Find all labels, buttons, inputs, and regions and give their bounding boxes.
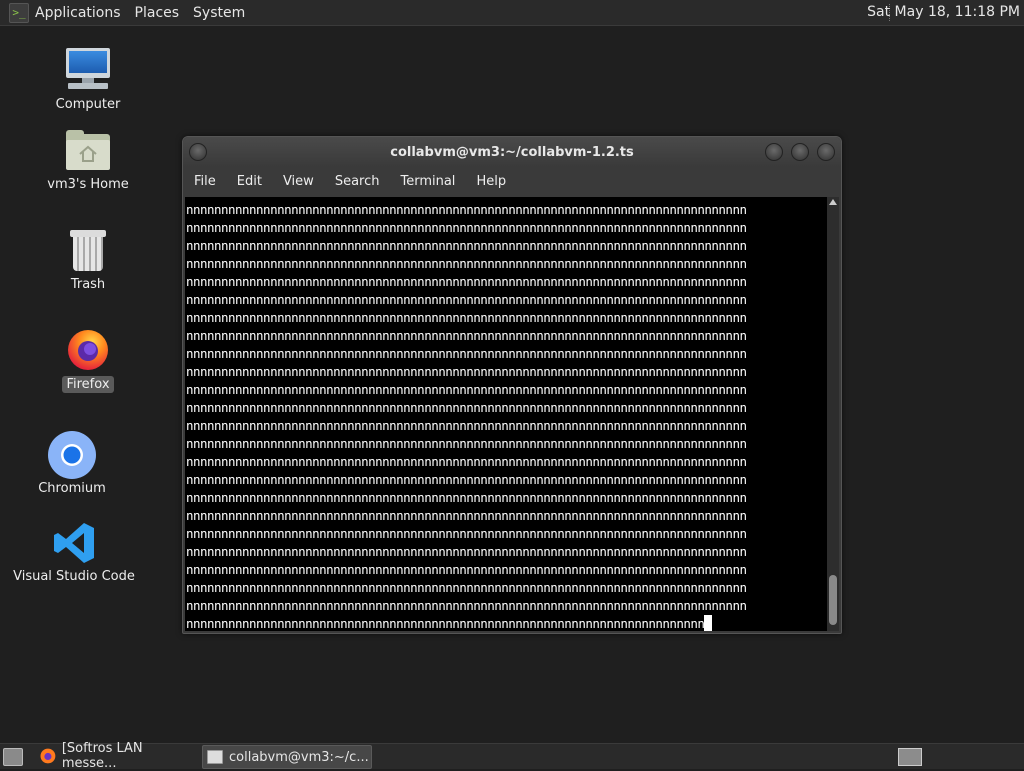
terminal-line: nnnnnnnnnnnnnnnnnnnnnnnnnnnnnnnnnnnnnnnn… xyxy=(186,580,747,595)
task-label: collabvm@vm3:~/c... xyxy=(229,749,369,765)
firefox-icon xyxy=(68,330,108,370)
menu-search[interactable]: Search xyxy=(335,174,380,189)
terminal-icon xyxy=(207,750,223,764)
terminal-line: nnnnnnnnnnnnnnnnnnnnnnnnnnnnnnnnnnnnnnnn… xyxy=(186,238,747,253)
terminal-line: nnnnnnnnnnnnnnnnnnnnnnnnnnnnnnnnnnnnnnnn… xyxy=(186,364,747,379)
bottom-taskbar: [Softros LAN messe... collabvm@vm3:~/c..… xyxy=(0,741,1024,771)
terminal-line: nnnnnnnnnnnnnnnnnnnnnnnnnnnnnnnnnnnnnnnn… xyxy=(186,418,747,433)
terminal-line: nnnnnnnnnnnnnnnnnnnnnnnnnnnnnnnnnnnnnnnn… xyxy=(186,220,747,235)
maximize-button[interactable] xyxy=(791,143,809,161)
terminal-line: nnnnnnnnnnnnnnnnnnnnnnnnnnnnnnnnnnnnnnnn… xyxy=(186,400,747,415)
menu-view[interactable]: View xyxy=(283,174,314,189)
terminal-line: nnnnnnnnnnnnnnnnnnnnnnnnnnnnnnnnnnnnnnnn… xyxy=(186,256,747,271)
menu-terminal[interactable]: Terminal xyxy=(400,174,455,189)
trash-icon xyxy=(70,230,106,272)
menu-help[interactable]: Help xyxy=(476,174,506,189)
computer-icon xyxy=(64,46,112,92)
terminal-line: nnnnnnnnnnnnnnnnnnnnnnnnnnnnnnnnnnnnnnnn… xyxy=(186,274,747,289)
desktop-icon-label: Computer xyxy=(55,97,121,112)
desktop-icon-label: vm3's Home xyxy=(47,177,129,192)
home-folder-icon xyxy=(66,130,110,170)
terminal-line: nnnnnnnnnnnnnnnnnnnnnnnnnnnnnnnnnnnnnnnn… xyxy=(186,382,747,397)
menu-system[interactable]: System xyxy=(193,5,245,21)
terminal-line: nnnnnnnnnnnnnnnnnnnnnnnnnnnnnnnnnnnnnnnn… xyxy=(186,310,747,325)
window-title: collabvm@vm3:~/collabvm-1.2.ts xyxy=(390,145,634,160)
show-desktop-icon[interactable] xyxy=(3,748,23,766)
menu-edit[interactable]: Edit xyxy=(237,174,262,189)
terminal-text: nnnnnnnnnnnnnnnnnnnnnnnnnnnnnnnnnnnnnnnn… xyxy=(186,201,826,631)
terminal-line: nnnnnnnnnnnnnnnnnnnnnnnnnnnnnnnnnnnnnnnn… xyxy=(186,346,747,361)
terminal-line: nnnnnnnnnnnnnnnnnnnnnnnnnnnnnnnnnnnnnnnn… xyxy=(186,472,747,487)
terminal-window[interactable]: collabvm@vm3:~/collabvm-1.2.ts File Edit… xyxy=(182,136,842,634)
terminal-line: nnnnnnnnnnnnnnnnnnnnnnnnnnnnnnnnnnnnnnnn… xyxy=(186,562,747,577)
menu-places[interactable]: Places xyxy=(135,5,180,21)
minimize-button[interactable] xyxy=(765,143,783,161)
vscode-icon xyxy=(54,523,94,563)
desktop-icon-label: Trash xyxy=(70,277,106,292)
terminal-line: nnnnnnnnnnnnnnnnnnnnnnnnnnnnnnnnnnnnnnnn… xyxy=(186,615,826,631)
workspace-switcher[interactable] xyxy=(898,748,922,766)
terminal-scrollbar[interactable] xyxy=(827,197,839,631)
terminal-line: nnnnnnnnnnnnnnnnnnnnnnnnnnnnnnnnnnnnnnnn… xyxy=(186,490,747,505)
terminal-line: nnnnnnnnnnnnnnnnnnnnnnnnnnnnnnnnnnnnnnnn… xyxy=(186,202,747,217)
terminal-line: nnnnnnnnnnnnnnnnnnnnnnnnnnnnnnnnnnnnnnnn… xyxy=(186,436,747,451)
terminal-cursor xyxy=(704,615,713,631)
desktop-icon-label: Firefox xyxy=(62,376,114,393)
menu-file[interactable]: File xyxy=(194,174,216,189)
task-label: [Softros LAN messe... xyxy=(61,741,143,771)
applications-menu-icon[interactable]: >_ xyxy=(9,2,29,23)
desktop-icon-label: Chromium xyxy=(38,481,106,496)
top-panel: >_ Applications Places System Sat May 18… xyxy=(0,0,1024,26)
terminal-line: nnnnnnnnnnnnnnnnnnnnnnnnnnnnnnnnnnnnnnnn… xyxy=(186,328,747,343)
close-button[interactable] xyxy=(817,143,835,161)
window-titlebar[interactable]: collabvm@vm3:~/collabvm-1.2.ts xyxy=(183,137,841,167)
terminal-menubar: File Edit View Search Terminal Help xyxy=(183,167,841,195)
terminal-line: nnnnnnnnnnnnnnnnnnnnnnnnnnnnnnnnnnnnnnnn… xyxy=(186,454,747,469)
menu-applications[interactable]: Applications xyxy=(35,5,121,21)
desktop-icon-label: Visual Studio Code xyxy=(13,569,135,584)
terminal-line: nnnnnnnnnnnnnnnnnnnnnnnnnnnnnnnnnnnnnnnn… xyxy=(186,508,747,523)
chromium-icon xyxy=(48,431,96,479)
firefox-icon xyxy=(40,748,56,764)
terminal-output[interactable]: nnnnnnnnnnnnnnnnnnnnnnnnnnnnnnnnnnnnnnnn… xyxy=(185,197,827,631)
scroll-thumb[interactable] xyxy=(829,575,837,625)
clock[interactable]: Sat May 18, 11:18 PM xyxy=(867,4,1020,20)
terminal-line: nnnnnnnnnnnnnnnnnnnnnnnnnnnnnnnnnnnnnnnn… xyxy=(186,598,747,613)
terminal-line: nnnnnnnnnnnnnnnnnnnnnnnnnnnnnnnnnnnnnnnn… xyxy=(186,544,747,559)
task-terminal[interactable]: collabvm@vm3:~/c... xyxy=(202,745,372,769)
terminal-line: nnnnnnnnnnnnnnnnnnnnnnnnnnnnnnnnnnnnnnnn… xyxy=(186,292,747,307)
task-softros[interactable]: [Softros LAN messe... xyxy=(36,741,200,771)
scroll-up-arrow-icon[interactable] xyxy=(829,199,837,205)
terminal-line: nnnnnnnnnnnnnnnnnnnnnnnnnnnnnnnnnnnnnnnn… xyxy=(186,526,747,541)
